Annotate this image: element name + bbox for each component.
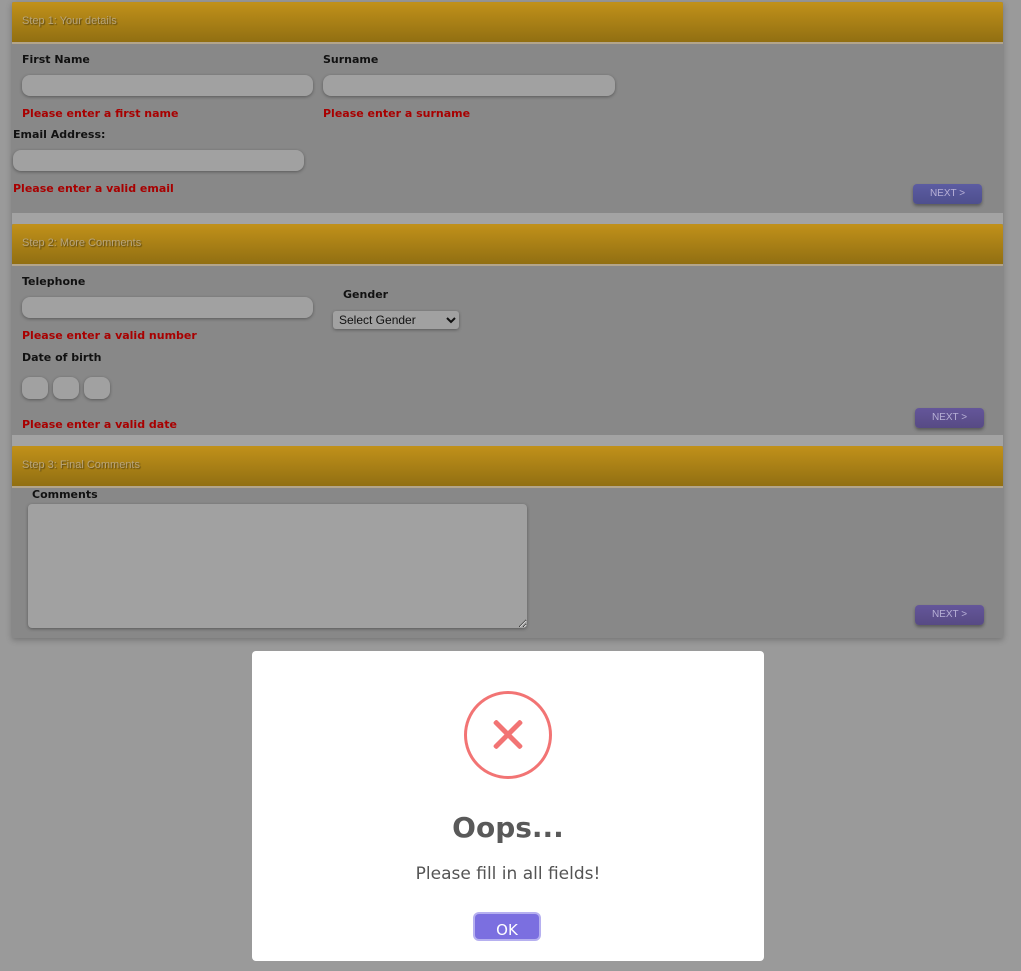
error-x-icon [464, 691, 552, 779]
error-modal: Oops... Please fill in all fields! OK [252, 651, 764, 961]
step1-header[interactable]: Step 1: Your details [12, 2, 1003, 44]
step2-section: Step 2: More Comments Telephone Please e… [12, 224, 1003, 435]
step2-next-button[interactable]: NEXT > [915, 408, 984, 428]
surname-label: Surname [323, 53, 379, 66]
section-divider [12, 435, 1003, 446]
dob-label: Date of birth [22, 351, 102, 364]
dob-day-input[interactable] [22, 377, 48, 399]
telephone-error: Please enter a valid number [22, 329, 197, 342]
gender-select[interactable]: Select Gender [333, 311, 459, 329]
dob-month-input[interactable] [53, 377, 79, 399]
surname-input[interactable] [323, 75, 615, 96]
step2-header[interactable]: Step 2: More Comments [12, 224, 1003, 266]
email-error: Please enter a valid email [13, 182, 174, 195]
form-container: Step 1: Your details First Name Please e… [12, 2, 1003, 638]
dob-year-input[interactable] [84, 377, 110, 399]
comments-textarea[interactable] [28, 504, 527, 628]
surname-error: Please enter a surname [323, 107, 471, 120]
step3-header[interactable]: Step 3: Final Comments [12, 446, 1003, 488]
telephone-input[interactable] [22, 297, 313, 318]
first-name-label: First Name [22, 53, 90, 66]
step3-header-title: Step 3: Final Comments [22, 459, 140, 471]
step1-next-button[interactable]: NEXT > [913, 184, 982, 204]
dob-error: Please enter a valid date [22, 418, 177, 431]
email-label: Email Address: [13, 128, 106, 141]
comments-label: Comments [32, 488, 98, 501]
first-name-error: Please enter a first name [22, 107, 179, 120]
step2-header-title: Step 2: More Comments [22, 237, 142, 249]
ok-button[interactable]: OK [475, 914, 539, 939]
first-name-input[interactable] [22, 75, 313, 96]
telephone-label: Telephone [22, 275, 86, 288]
modal-title: Oops... [452, 811, 564, 844]
modal-message: Please fill in all fields! [415, 864, 601, 884]
step1-section: Step 1: Your details First Name Please e… [12, 2, 1003, 213]
section-divider [12, 213, 1003, 224]
email-input[interactable] [13, 150, 304, 171]
step3-next-button[interactable]: NEXT > [915, 605, 984, 625]
step1-header-title: Step 1: Your details [22, 15, 117, 27]
gender-label: Gender [343, 288, 389, 301]
